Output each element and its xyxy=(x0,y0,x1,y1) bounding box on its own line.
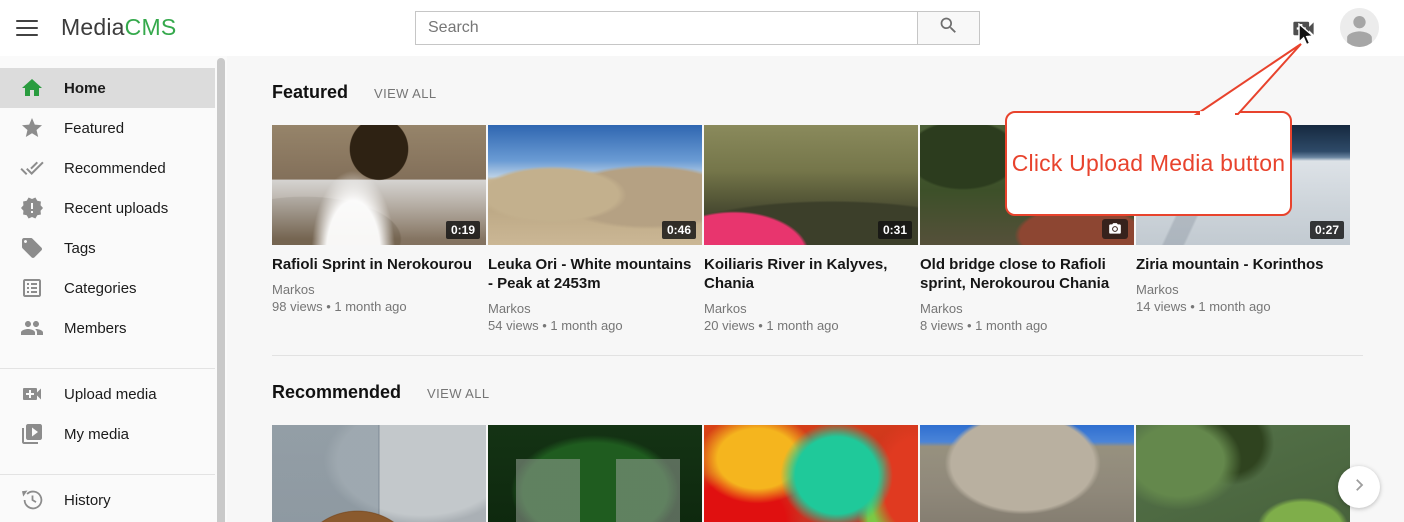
media-title[interactable]: Ziria mountain - Korinthos xyxy=(1136,255,1344,274)
featured-view-all-link[interactable]: VIEW ALL xyxy=(374,86,436,101)
search-input[interactable] xyxy=(415,11,917,45)
logo-text-cms: CMS xyxy=(125,14,177,40)
user-avatar[interactable] xyxy=(1340,8,1379,47)
menu-icon[interactable] xyxy=(16,18,38,38)
upload-media-button[interactable] xyxy=(1290,15,1317,42)
sidebar-item-tags[interactable]: Tags xyxy=(0,228,215,268)
video-thumbnail[interactable] xyxy=(920,425,1134,522)
sidebar-divider xyxy=(0,368,215,369)
media-card[interactable] xyxy=(1136,425,1350,522)
sidebar-item-members[interactable]: Members xyxy=(0,308,215,348)
sidebar-scrollbar-thumb[interactable] xyxy=(217,58,225,522)
video-thumbnail[interactable]: 0:46 xyxy=(488,125,702,245)
media-card[interactable]: 0:31 Koiliaris River in Kalyves, Chania … xyxy=(704,125,918,335)
sidebar-item-label: Categories xyxy=(64,280,137,297)
sidebar-item-label: Recommended xyxy=(64,160,166,177)
sidebar-item-recommended[interactable]: Recommended xyxy=(0,148,215,188)
duration-badge: 0:46 xyxy=(662,221,696,239)
media-author[interactable]: Markos xyxy=(488,300,702,317)
sidebar-item-label: Recent uploads xyxy=(64,200,168,217)
camera-icon xyxy=(1102,219,1128,239)
annotation-text: Click Upload Media button xyxy=(1012,150,1285,177)
media-meta: 98 views • 1 month ago xyxy=(272,298,486,316)
media-title[interactable]: Rafioli Sprint in Nerokourou xyxy=(272,255,480,274)
video-call-plus-icon xyxy=(20,382,44,406)
sidebar-item-categories[interactable]: Categories xyxy=(0,268,215,308)
sidebar-item-recent-uploads[interactable]: Recent uploads xyxy=(0,188,215,228)
media-author[interactable]: Markos xyxy=(920,300,1134,317)
sidebar: Home Featured Recommended Recent uploads… xyxy=(0,56,215,522)
section-title: Featured xyxy=(272,82,348,103)
media-card[interactable] xyxy=(704,425,918,522)
recommended-cards-row xyxy=(272,425,1404,522)
new-releases-icon xyxy=(20,196,44,220)
video-thumbnail[interactable] xyxy=(488,425,702,522)
media-meta: 20 views • 1 month ago xyxy=(704,317,918,335)
sidebar-item-my-media[interactable]: My media xyxy=(0,414,215,454)
star-icon xyxy=(20,116,44,140)
media-author[interactable]: Markos xyxy=(704,300,918,317)
sidebar-item-label: Upload media xyxy=(64,386,157,403)
sidebar-item-history[interactable]: History xyxy=(0,480,215,520)
recommended-view-all-link[interactable]: VIEW ALL xyxy=(427,386,489,401)
sidebar-divider xyxy=(0,474,215,475)
media-title[interactable]: Old bridge close to Rafioli sprint, Nero… xyxy=(920,255,1128,293)
media-title[interactable]: Leuka Ori - White mountains - Peak at 24… xyxy=(488,255,696,293)
person-silhouette-icon xyxy=(1340,34,1379,47)
duration-badge: 0:19 xyxy=(446,221,480,239)
media-title[interactable]: Koiliaris River in Kalyves, Chania xyxy=(704,255,912,293)
video-library-icon xyxy=(20,422,44,446)
video-thumbnail[interactable]: 0:19 xyxy=(272,125,486,245)
sidebar-item-featured[interactable]: Featured xyxy=(0,108,215,148)
people-icon xyxy=(20,316,44,340)
sidebar-item-home[interactable]: Home xyxy=(0,68,215,108)
video-call-plus-icon xyxy=(1290,29,1317,46)
sidebar-item-label: Members xyxy=(64,320,127,337)
annotation-callout: Click Upload Media button xyxy=(1005,111,1292,216)
search-bar xyxy=(415,11,980,45)
list-alt-icon xyxy=(20,276,44,300)
video-thumbnail[interactable] xyxy=(272,425,486,522)
chevron-right-icon xyxy=(1350,476,1368,499)
media-card[interactable] xyxy=(272,425,486,522)
media-card[interactable] xyxy=(488,425,702,522)
media-meta: 8 views • 1 month ago xyxy=(920,317,1134,335)
section-title: Recommended xyxy=(272,382,401,403)
media-card[interactable]: 0:46 Leuka Ori - White mountains - Peak … xyxy=(488,125,702,335)
logo-text-media: Media xyxy=(61,14,125,40)
video-thumbnail[interactable] xyxy=(704,425,918,522)
top-bar: MediaCMS xyxy=(0,0,1404,56)
sidebar-item-label: History xyxy=(64,492,111,509)
media-author[interactable]: Markos xyxy=(272,281,486,298)
sidebar-item-label: Featured xyxy=(64,120,124,137)
sidebar-scrollbar[interactable] xyxy=(215,56,227,522)
magnifier-icon xyxy=(938,15,959,41)
done-all-icon xyxy=(20,156,44,180)
search-button[interactable] xyxy=(917,11,980,45)
media-meta: 54 views • 1 month ago xyxy=(488,317,702,335)
video-thumbnail[interactable]: 0:31 xyxy=(704,125,918,245)
app-logo[interactable]: MediaCMS xyxy=(61,14,176,41)
media-meta: 14 views • 1 month ago xyxy=(1136,298,1350,316)
history-clock-icon xyxy=(20,488,44,512)
video-thumbnail[interactable] xyxy=(1136,425,1350,522)
duration-badge: 0:27 xyxy=(1310,221,1344,239)
media-card[interactable] xyxy=(920,425,1134,522)
section-divider xyxy=(272,355,1363,356)
sidebar-item-upload-media[interactable]: Upload media xyxy=(0,374,215,414)
home-icon xyxy=(20,76,44,100)
media-author[interactable]: Markos xyxy=(1136,281,1350,298)
carousel-next-button[interactable] xyxy=(1338,466,1380,508)
sidebar-item-label: My media xyxy=(64,426,129,443)
sidebar-item-label: Tags xyxy=(64,240,96,257)
recommended-section-header: Recommended VIEW ALL xyxy=(272,382,1404,402)
duration-badge: 0:31 xyxy=(878,221,912,239)
tag-icon xyxy=(20,236,44,260)
media-card[interactable]: 0:19 Rafioli Sprint in Nerokourou Markos… xyxy=(272,125,486,335)
featured-section-header: Featured VIEW ALL xyxy=(272,82,1404,102)
sidebar-item-label: Home xyxy=(64,80,106,97)
